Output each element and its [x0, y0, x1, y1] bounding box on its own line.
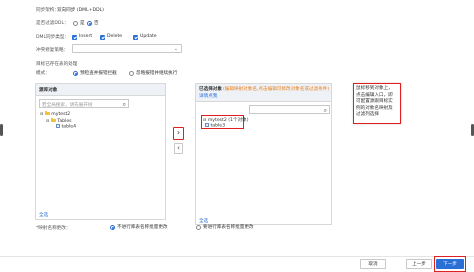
tooltip-line: 过滤列选择	[356, 112, 379, 117]
target-search-input[interactable]: ⌕	[249, 105, 330, 114]
target-tree-table[interactable]: table3	[205, 123, 225, 128]
source-search-placeholder: 若全局搜索，请先展开树	[42, 103, 93, 108]
selected-objects-panel: 已选择对象 (编辑映射对象名,点击编辑可修改对象名或过滤条件) 详情点我 ⌕ ⊟…	[195, 83, 332, 225]
source-select-all[interactable]: 全选	[39, 212, 48, 218]
source-search-input[interactable]: 若全局搜索，请先展开树 ⌕	[39, 99, 129, 108]
mode-precheck-radio[interactable]	[73, 71, 78, 76]
rename-label: *映射名称更改：	[36, 226, 71, 231]
tooltip-line: 鼠标移到对象上，	[356, 86, 393, 91]
rename-no-label: 不进行库表名称批量更改	[117, 225, 168, 230]
chevron-down-icon: ⌄	[173, 45, 178, 52]
dml-type-label: DML同步类型：	[36, 35, 70, 40]
table-icon	[205, 123, 209, 127]
sync-arch-label: 同步架构：	[36, 8, 59, 13]
target-panel-header: 已选择对象 (编辑映射对象名,点击编辑可修改对象名或过滤条件) 详情点我	[196, 84, 331, 102]
rename-yes-label: 要进行库表名称批量更改	[203, 225, 254, 230]
conflict-strategy-select[interactable]: ⌄	[72, 44, 182, 53]
mode-ignore-radio[interactable]	[129, 71, 134, 76]
footer-divider	[0, 256, 474, 257]
edit-hint-tooltip: 鼠标移到对象上， 点击编辑入口，即 可配置源跟目标实 例的对象名映射及 过滤列选…	[353, 83, 401, 124]
folder-icon	[50, 117, 56, 123]
mode-label: 模式：	[36, 71, 50, 76]
source-db-label: mytest2	[51, 112, 71, 117]
collapse-icon[interactable]: ⊟	[203, 117, 206, 122]
move-right-button[interactable]: ›	[173, 127, 184, 140]
next-step-label: 下一步	[443, 262, 457, 267]
dml-update-label: Update	[140, 34, 157, 39]
collapse-icon[interactable]: ⊟	[40, 111, 43, 116]
rename-yes-radio[interactable]	[196, 225, 201, 230]
ddl-filter-yes-label: 是	[80, 21, 85, 26]
prev-step-button[interactable]: 上一步	[406, 259, 432, 269]
target-panel-title: 已选择对象	[199, 87, 222, 92]
ddl-filter-no-label: 否	[94, 21, 99, 26]
dml-delete-label: Delete	[107, 34, 123, 39]
tooltip-line: 可配置源跟目标实	[356, 99, 393, 104]
target-panel-hint: (编辑映射对象名,点击编辑可修改对象名或过滤条件)	[223, 87, 330, 92]
move-left-arrow-icon: ‹	[177, 144, 180, 152]
database-icon	[44, 110, 50, 116]
dml-delete-checkbox[interactable]	[100, 35, 105, 40]
target-detail-link[interactable]: 详情点我	[199, 93, 217, 99]
left-edge-handle[interactable]	[0, 124, 3, 136]
target-table-label: table3	[210, 123, 226, 129]
collapse-icon[interactable]: ⊟	[46, 118, 49, 123]
ddl-filter-yes-radio[interactable]	[73, 21, 78, 26]
mode-ignore-label: 忽略报错并继续执行	[136, 71, 178, 76]
search-icon[interactable]: ⌕	[123, 101, 126, 109]
source-objects-panel: 源库对象 若全局搜索，请先展开树 ⌕ ⊟ mytest2 ⊟ Tables ta…	[35, 83, 166, 220]
search-icon[interactable]: ⌕	[324, 107, 327, 115]
source-tree-db[interactable]: ⊟ mytest2	[40, 110, 71, 117]
move-left-button[interactable]: ‹	[174, 143, 183, 154]
rename-no-radio[interactable]	[110, 225, 115, 230]
ddl-filter-label: 是否过滤DDL：	[36, 21, 69, 26]
source-tree-table[interactable]: table4	[56, 124, 76, 129]
dml-insert-checkbox[interactable]	[72, 35, 77, 40]
mode-precheck-label: 预检查并报错拦截	[80, 71, 117, 76]
target-exists-label: 目标已存在表的处理	[36, 62, 78, 67]
move-right-arrow-icon: ›	[176, 128, 181, 137]
sync-arch-value: 双向同步 (DML+DDL)	[57, 8, 104, 13]
dml-insert-label: Insert	[79, 34, 93, 39]
source-table-label: table4	[61, 124, 77, 130]
cancel-button[interactable]: 取消	[360, 259, 386, 269]
cancel-label: 取消	[368, 262, 378, 267]
source-panel-header: 源库对象	[36, 84, 165, 96]
conflict-strategy-label: 冲突修复策略：	[36, 48, 69, 53]
prev-step-label: 上一步	[412, 262, 426, 267]
next-step-button[interactable]: 下一步	[436, 259, 464, 269]
table-icon	[56, 124, 60, 128]
source-panel-title: 源库对象	[39, 88, 58, 93]
ddl-filter-no-radio[interactable]	[87, 21, 92, 26]
dml-update-checkbox[interactable]	[133, 35, 138, 40]
